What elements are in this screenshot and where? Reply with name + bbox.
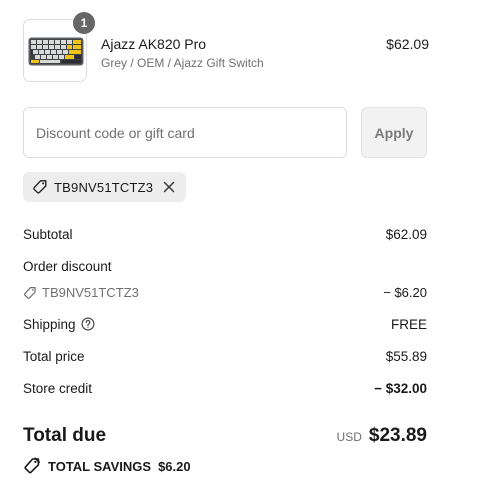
product-price: $62.09: [386, 36, 429, 52]
discount-code-input[interactable]: [23, 107, 347, 158]
total-price-row: Total price $55.89: [23, 349, 427, 369]
product-variant: Grey / OEM / Ajazz Gift Switch: [101, 56, 264, 70]
total-savings-amount: $6.20: [158, 458, 191, 474]
order-discount-label: Order discount: [23, 259, 112, 274]
total-price-value: $55.89: [385, 349, 427, 364]
savings-tag-icon: [23, 457, 41, 475]
tag-icon: [32, 179, 48, 195]
applied-discount-code: TB9NV51TCTZ3: [54, 179, 154, 195]
total-savings: TOTAL SAVINGS $6.20: [23, 457, 191, 475]
shipping-label: Shipping: [23, 317, 76, 332]
quantity-badge: 1: [73, 12, 95, 34]
order-discount-value: − $6.20: [383, 285, 427, 300]
order-discount-code: TB9NV51TCTZ3: [42, 285, 139, 300]
shipping-label-wrap: Shipping: [23, 317, 95, 332]
apply-button[interactable]: Apply: [361, 107, 427, 158]
keyboard-product-image: [28, 37, 84, 66]
order-discount-code-wrap: TB9NV51TCTZ3: [23, 285, 139, 300]
product-thumbnail: 1: [23, 12, 95, 82]
total-due-label: Total due: [23, 425, 107, 446]
help-circle-icon[interactable]: [81, 317, 95, 331]
total-due-amount: USD $23.89: [337, 425, 427, 447]
line-item: 1 Ajazz AK820 Pro Grey / OEM / Ajazz Gif…: [23, 12, 429, 83]
tag-icon: [23, 286, 37, 300]
close-icon[interactable]: [162, 180, 176, 194]
shipping-value: FREE: [390, 317, 427, 332]
shipping-row: Shipping FREE: [23, 317, 427, 337]
store-credit-value: − $32.00: [374, 381, 427, 396]
currency-code: USD: [336, 430, 362, 444]
store-credit-row: Store credit − $32.00: [23, 381, 427, 401]
applied-discount-chip: TB9NV51TCTZ3: [23, 172, 187, 202]
subtotal-row: Subtotal $62.09: [23, 227, 427, 247]
order-discount-code-row: TB9NV51TCTZ3 − $6.20: [23, 285, 427, 305]
order-discount-row: Order discount: [23, 259, 427, 279]
subtotal-value: $62.09: [385, 227, 427, 242]
product-name: Ajazz AK820 Pro: [101, 36, 207, 52]
total-savings-label: TOTAL SAVINGS: [48, 458, 152, 474]
total-price-label: Total price: [23, 349, 85, 364]
store-credit-label: Store credit: [23, 381, 93, 396]
total-due-value: $23.89: [368, 425, 427, 446]
subtotal-label: Subtotal: [23, 227, 73, 242]
